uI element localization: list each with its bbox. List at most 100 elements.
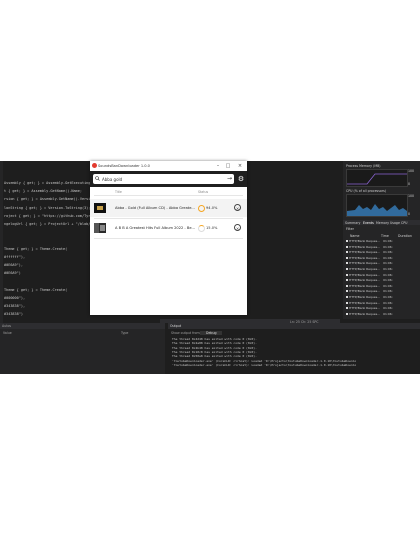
output-line: 'YoutubeDownloader.exe' (CoreCLR: clrhos… — [172, 362, 357, 367]
code-line: Theme { get; } = Theme.Create( — [4, 287, 68, 292]
event-time: 01:06: — [383, 300, 393, 305]
thumbnail — [94, 203, 106, 213]
events-col-time: Time — [381, 234, 389, 238]
download-row[interactable]: Abba - Gold (Full Album CD) - Abba Great… — [90, 199, 247, 217]
event-time: 01:06: — [383, 244, 393, 249]
column-status: Status — [198, 190, 209, 194]
tab-memory-usage[interactable]: Memory Usage — [376, 221, 400, 225]
tab-events[interactable]: Events — [363, 221, 374, 225]
progress-ring-icon — [198, 225, 205, 232]
event-row[interactable]: HTTP/Bank Reques... 01:06: — [346, 245, 393, 249]
diagnostic-tools-panel: Process Memory (MB) 100 0 CPU (% of all … — [343, 161, 420, 319]
cpu-min-label: 0 — [408, 212, 411, 216]
close-icon[interactable]: × — [236, 162, 244, 170]
event-row[interactable]: HTTP/Bank Reques... 01:06: — [346, 295, 393, 299]
gear-icon[interactable]: ⚙ — [236, 174, 246, 184]
output-source-select[interactable]: Debug — [200, 331, 223, 335]
code-line: #000000"), — [4, 295, 26, 300]
memory-graph-title: Process Memory (MB) — [346, 164, 381, 168]
track-title: Abba - Gold (Full Album CD) - Abba Great… — [115, 206, 195, 210]
event-time: 01:06: — [383, 295, 393, 299]
events-col-duration: Duration — [398, 234, 412, 238]
output-panel: Output Show output from: Debug The threa… — [168, 323, 420, 374]
event-row[interactable]: HTTP/Bank Reques... 01:06: — [346, 267, 393, 271]
code-line: Theme { get; } = Theme.Create( — [4, 246, 68, 251]
output-header: Output — [168, 323, 420, 329]
code-line: t { get; } = Assembly.GetName().Name; — [4, 189, 82, 194]
event-time: 01:06: — [383, 289, 393, 294]
event-name: HTTP/Bank Reques... — [349, 306, 381, 311]
memory-line — [347, 173, 407, 185]
autos-col-type: Type — [121, 331, 129, 335]
tab-cpu[interactable]: CPU — [401, 221, 407, 225]
event-row[interactable]: HTTP/Bank Reques... 01:06: — [346, 261, 393, 265]
event-row[interactable]: HTTP/Bank Reques... 01:06: — [346, 312, 393, 316]
cancel-download-button[interactable]: × — [234, 224, 241, 231]
event-icon — [346, 240, 348, 242]
track-title: A B B A Greatest Hits Full Album 2022 - … — [115, 226, 195, 230]
event-icon — [346, 251, 348, 254]
event-name: HTTP/Bank Reques... — [349, 255, 381, 260]
event-name: HTTP/Bank Reques... — [349, 250, 381, 255]
autos-header: Autos — [0, 323, 165, 329]
thumbnail — [94, 223, 106, 233]
event-icon — [346, 262, 348, 265]
event-row[interactable]: HTTP/Bank Reques... 01:06: — [346, 278, 393, 282]
event-name: HTTP/Bank Reques... — [349, 272, 381, 277]
event-time: 01:06: — [383, 267, 393, 271]
event-row[interactable]: HTTP/Bank Reques... 01:06: — [346, 256, 393, 260]
code-line: #ffffff"), — [4, 254, 26, 259]
event-icon — [346, 279, 348, 282]
search-icon — [95, 176, 100, 181]
header-divider — [94, 195, 243, 196]
event-row[interactable]: HTTP/Bank Reques... 01:06: — [346, 250, 393, 254]
arrow-right-icon[interactable]: → — [227, 175, 232, 183]
cpu-graph — [346, 194, 408, 217]
event-row[interactable]: HTTP/Bank Reques... 01:06: — [346, 289, 393, 293]
event-icon — [346, 301, 348, 304]
event-icon — [346, 284, 348, 287]
memory-min-label: 0 — [408, 182, 411, 186]
event-name: HTTP/Bank Reques... — [349, 300, 381, 305]
memory-max-label: 100 — [408, 169, 415, 173]
autos-panel: Autos Value Type — [0, 323, 165, 374]
event-row[interactable]: HTTP/Bank Reques... 01:06: — [346, 306, 393, 310]
search-toolbar: Abba gold → ⚙ — [90, 171, 247, 187]
progress-ring-icon — [198, 205, 205, 212]
code-line: roject { get; } = "https://github.com/Ty… — [4, 213, 104, 218]
window-title: SoundsBanDownloader 1.0.0 — [98, 163, 150, 168]
code-line: #0E6A9"), — [4, 263, 23, 267]
event-name: HTTP/Bank Reques... — [349, 267, 381, 271]
event-name: HTTP/Bank Reques... — [349, 295, 381, 299]
search-input[interactable]: Abba gold — [102, 177, 122, 182]
output-title[interactable]: Output — [170, 324, 181, 328]
event-time: 01:06: — [383, 261, 393, 266]
minimize-icon[interactable]: – — [214, 162, 222, 170]
cancel-download-button[interactable]: × — [234, 204, 241, 211]
search-box[interactable]: Abba gold → — [93, 174, 234, 184]
event-row[interactable]: HTTP/Bank Reques... 01:06: — [346, 239, 393, 243]
download-row[interactable]: A B B A Greatest Hits Full Album 2022 - … — [90, 219, 247, 237]
event-time: 01:06: — [383, 278, 393, 283]
filter-button[interactable]: Filter — [346, 227, 354, 231]
app-icon — [92, 163, 97, 168]
event-row[interactable]: HTTP/Bank Reques... 01:06: — [346, 301, 393, 305]
memory-graph — [346, 169, 408, 187]
event-icon — [346, 273, 348, 276]
event-time: 01:06: — [383, 306, 393, 311]
event-time: 01:06: — [383, 311, 393, 316]
progress-percent: 94.0% — [206, 206, 218, 210]
autos-title[interactable]: Autos — [2, 324, 11, 328]
event-row[interactable]: HTTP/Bank Reques... 01:06: — [346, 284, 393, 288]
event-row[interactable]: HTTP/Bank Reques... 01:06: — [346, 273, 393, 277]
event-icon — [346, 245, 348, 248]
event-name: HTTP/Bank Reques... — [349, 261, 381, 266]
downloader-window: SoundsBanDownloader 1.0.0 – □ × Abba gol… — [90, 161, 247, 315]
autos-col-value: Value — [3, 331, 12, 335]
event-icon — [346, 290, 348, 293]
tab-summary[interactable]: Summary — [345, 221, 360, 225]
event-icon — [346, 307, 348, 310]
event-icon — [346, 296, 348, 298]
event-time: 01:06: — [383, 239, 393, 243]
maximize-icon[interactable]: □ — [224, 162, 232, 170]
